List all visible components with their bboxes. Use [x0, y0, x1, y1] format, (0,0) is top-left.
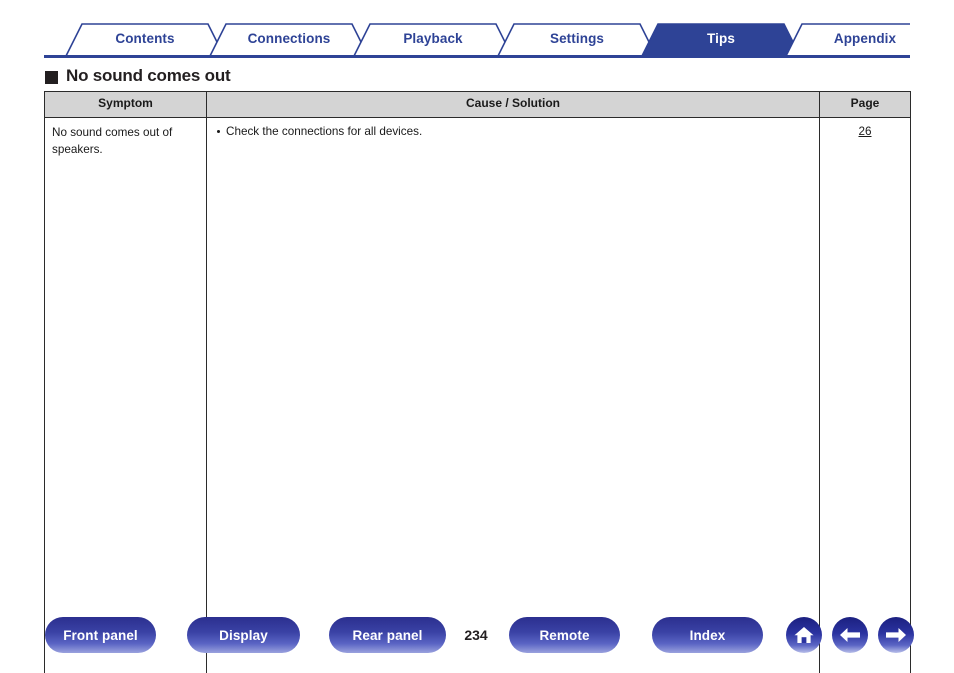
- symptom-cell: No sound comes out of speakers.: [44, 116, 207, 673]
- troubleshooting-table: Symptom Cause / Solution Page No sound c…: [44, 91, 911, 673]
- manual-page: Contents Connections Playback Settings T…: [0, 0, 954, 673]
- square-bullet-icon: [45, 70, 58, 84]
- table-row: No sound comes out of speakers. Check the…: [44, 116, 911, 673]
- tab-playback[interactable]: Playback: [354, 22, 512, 56]
- back-button[interactable]: [832, 617, 868, 653]
- tab-appendix[interactable]: Appendix: [786, 22, 944, 56]
- table-header-row: Symptom Cause / Solution Page: [44, 91, 911, 118]
- footer-nav: Front panel Display Rear panel 234 Remot…: [0, 617, 954, 659]
- cause-solution-text: Check the connections for all devices.: [226, 124, 423, 138]
- table-body: No sound comes out of speakers. Check the…: [44, 116, 911, 673]
- remote-button[interactable]: Remote: [509, 617, 620, 653]
- column-header-cause: Cause / Solution: [206, 91, 820, 118]
- bullet-icon: [217, 129, 220, 133]
- section-heading: No sound comes out: [45, 66, 231, 86]
- column-header-page: Page: [819, 91, 911, 118]
- page-number: 234: [464, 627, 488, 643]
- cause-solution-cell: Check the connections for all devices.: [206, 116, 820, 673]
- forward-button[interactable]: [878, 617, 914, 653]
- tab-bar-underline: [44, 55, 910, 58]
- front-panel-button[interactable]: Front panel: [45, 617, 156, 653]
- display-button[interactable]: Display: [187, 617, 300, 653]
- home-icon: [793, 625, 815, 645]
- page-title: No sound comes out: [66, 66, 231, 85]
- tab-tips[interactable]: Tips: [642, 22, 800, 56]
- tab-contents[interactable]: Contents: [66, 22, 224, 56]
- home-button[interactable]: [786, 617, 822, 653]
- arrow-right-icon: [884, 626, 908, 644]
- page-reference-cell[interactable]: 26: [819, 116, 911, 673]
- tab-bar: Contents Connections Playback Settings T…: [44, 22, 910, 58]
- index-button[interactable]: Index: [652, 617, 763, 653]
- arrow-left-icon: [838, 626, 862, 644]
- tab-connections[interactable]: Connections: [210, 22, 368, 56]
- rear-panel-button[interactable]: Rear panel: [329, 617, 446, 653]
- page-link[interactable]: 26: [858, 125, 871, 138]
- column-header-symptom: Symptom: [44, 91, 207, 118]
- tab-settings[interactable]: Settings: [498, 22, 656, 56]
